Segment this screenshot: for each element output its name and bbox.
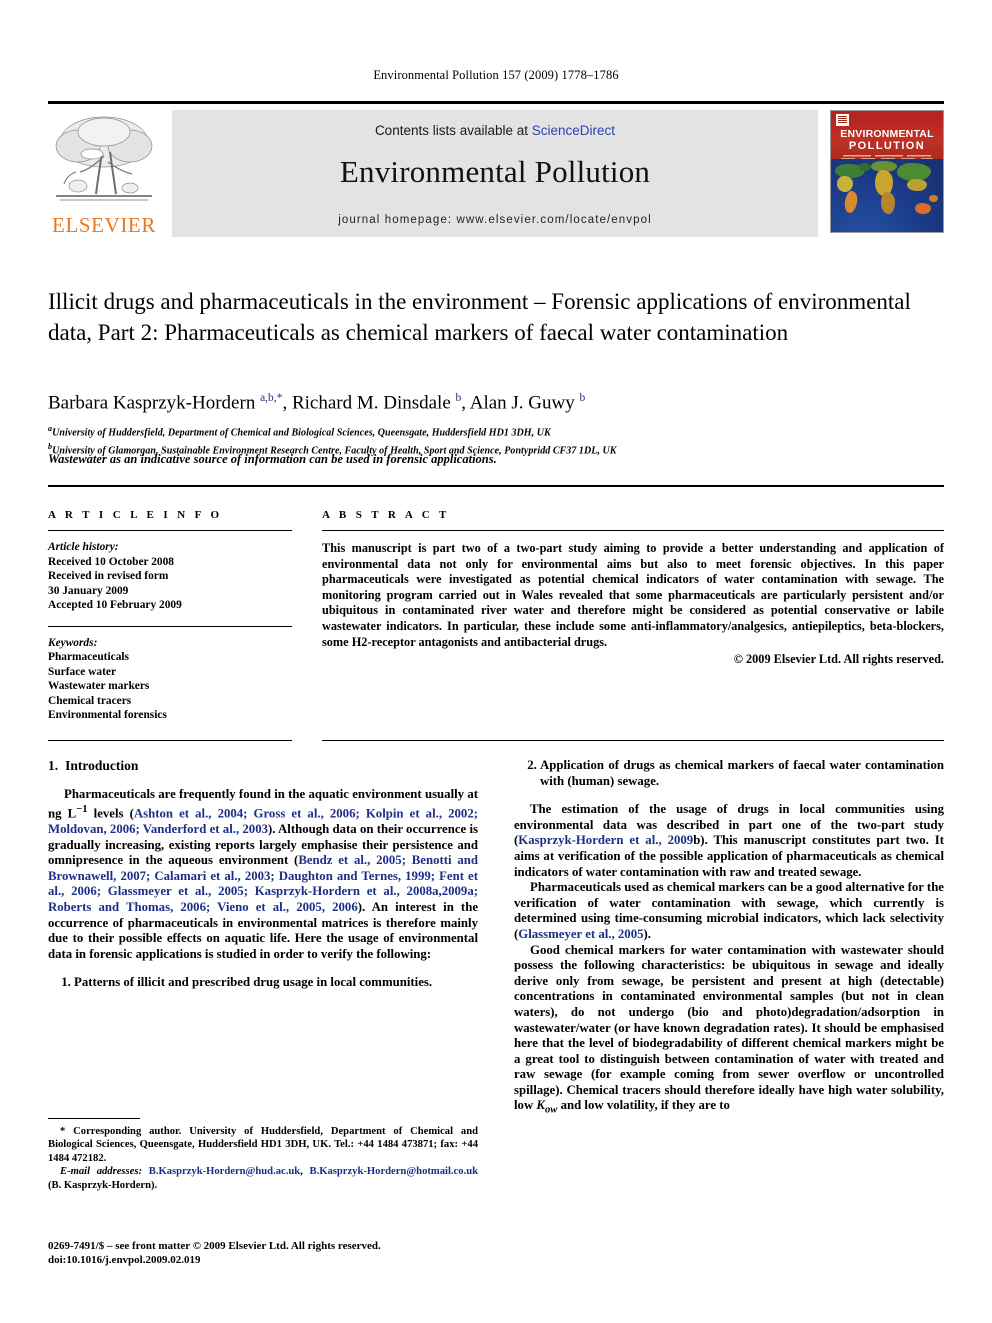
issn-line: 0269-7491/$ – see front matter © 2009 El… <box>48 1240 381 1252</box>
list-item: Application of drugs as chemical markers… <box>540 758 944 789</box>
elsevier-logo: ELSEVIER <box>48 110 160 237</box>
section-number: 1. <box>48 758 59 773</box>
paragraph-right-2: Pharmaceuticals used as chemical markers… <box>514 880 944 942</box>
article-info-block: A R T I C L E I N F O Article history: R… <box>48 509 292 723</box>
section-title: Introduction <box>65 758 139 773</box>
article-info-bottom-rule <box>48 740 292 741</box>
journal-banner: Contents lists available at ScienceDirec… <box>172 110 818 237</box>
journal-homepage-url[interactable]: journal homepage: www.elsevier.com/locat… <box>172 214 818 226</box>
text-run: and low volatility, if they are to <box>557 1098 730 1113</box>
article-highlight: Wastewater as an indicative source of in… <box>48 452 497 466</box>
abstract-heading: A B S T R A C T <box>322 509 450 521</box>
italic-symbol: K <box>536 1098 545 1113</box>
text-run: Good chemical markers for water contamin… <box>514 942 944 1113</box>
imprint-block: 0269-7491/$ – see front matter © 2009 El… <box>48 1239 478 1267</box>
abstract-copyright: © 2009 Elsevier Ltd. All rights reserved… <box>733 652 944 667</box>
article-info-heading: A R T I C L E I N F O <box>48 509 223 521</box>
keyword-item: Pharmaceuticals <box>48 651 129 663</box>
body-column-left: 1. Introduction Pharmaceuticals are frequ… <box>48 758 478 991</box>
keywords-rule <box>48 625 292 627</box>
footnote-block: * Corresponding author. University of Hu… <box>48 1118 478 1192</box>
citation-link[interactable]: Kasprzyk-Hordern et al., 2009 <box>518 833 693 847</box>
masthead-top-rule <box>48 101 944 104</box>
email-note: E-mail addresses: B.Kasprzyk-Hordern@hud… <box>48 1166 478 1191</box>
keyword-item: Wastewater markers <box>48 680 150 692</box>
keyword-item: Environmental forensics <box>48 709 167 721</box>
keywords-block: Keywords: Pharmaceuticals Surface water … <box>48 636 292 723</box>
history-item: Accepted 10 February 2009 <box>48 599 182 611</box>
contents-prefix: Contents lists available at <box>374 123 532 138</box>
journal-masthead: ELSEVIER Contents lists available at Sci… <box>48 101 944 237</box>
corresponding-author-note: * Corresponding author. University of Hu… <box>48 1126 478 1164</box>
history-item: Received in revised form <box>48 570 169 582</box>
abstract-block: A B S T R A C T This manuscript is part … <box>322 509 944 667</box>
affiliation-a: aUniversity of Huddersfield, Department … <box>48 424 551 439</box>
email-link-2[interactable]: B.Kasprzyk-Hordern@hotmail.co.uk <box>310 1166 478 1177</box>
email-link-1[interactable]: B.Kasprzyk-Hordern@hud.ac.uk <box>149 1166 300 1177</box>
footnote-rule <box>48 1118 140 1119</box>
subscript: ow <box>544 1105 558 1117</box>
cover-title-line2: POLLUTION <box>848 140 926 152</box>
cover-title-line1: ENVIRONMENTAL <box>840 128 934 140</box>
sciencedirect-link[interactable]: ScienceDirect <box>532 123 615 138</box>
abstract-bottom-rule <box>322 740 944 741</box>
info-section-top-rule <box>48 485 944 487</box>
superscript: −1 <box>76 804 88 816</box>
author-list: Barbara Kasprzyk-Hordern a,b,*, Richard … <box>48 392 586 414</box>
journal-cover-thumbnail[interactable]: ENVIRONMENTAL POLLUTION <box>830 110 944 233</box>
abstract-rule <box>322 530 944 531</box>
text-run: ). <box>643 926 651 941</box>
elsevier-tree-icon <box>52 112 156 208</box>
keyword-item: Surface water <box>48 665 116 678</box>
journal-article-page: Environmental Pollution 157 (2009) 1778–… <box>0 0 992 1323</box>
list-item: Patterns of illicit and prescribed drug … <box>74 975 478 991</box>
paragraph-intro-1: Pharmaceuticals are frequently found in … <box>48 787 478 963</box>
objectives-list-right: Application of drugs as chemical markers… <box>514 758 944 789</box>
paragraph-right-3: Good chemical markers for water contamin… <box>514 943 944 1119</box>
section-heading-introduction: 1. Introduction <box>48 758 478 774</box>
text-run: levels ( <box>87 806 134 821</box>
article-info-rule <box>48 530 292 531</box>
article-history: Article history: Received 10 October 200… <box>48 540 292 613</box>
article-history-label: Article history: <box>48 541 119 553</box>
running-head: Environmental Pollution 157 (2009) 1778–… <box>373 68 619 82</box>
objectives-list-left: Patterns of illicit and prescribed drug … <box>48 975 478 991</box>
doi-line: doi:10.1016/j.envpol.2009.02.019 <box>48 1254 201 1266</box>
journal-title: Environmental Pollution <box>339 154 651 189</box>
history-item: Received 10 October 2008 <box>48 555 175 568</box>
email-label: E-mail addresses: <box>60 1166 143 1178</box>
email-author: (B. Kasprzyk-Hordern). <box>48 1179 158 1191</box>
paragraph-right-1: The estimation of the usage of drugs in … <box>514 802 944 880</box>
history-item: 30 January 2009 <box>48 584 129 597</box>
page-title: Illicit drugs and pharmaceuticals in the… <box>48 289 911 345</box>
keywords-label: Keywords: <box>48 636 98 649</box>
cover-elsevier-mark-icon <box>836 114 849 126</box>
citation-link[interactable]: Glassmeyer et al., 2005 <box>518 927 643 941</box>
cover-world-map-graphic <box>831 159 943 232</box>
contents-line: Contents lists available at ScienceDirec… <box>172 123 818 138</box>
keyword-item: Chemical tracers <box>48 694 132 707</box>
elsevier-wordmark: ELSEVIER <box>52 213 156 237</box>
body-column-right: Application of drugs as chemical markers… <box>514 758 944 1119</box>
abstract-text: This manuscript is part two of a two-par… <box>322 541 944 649</box>
